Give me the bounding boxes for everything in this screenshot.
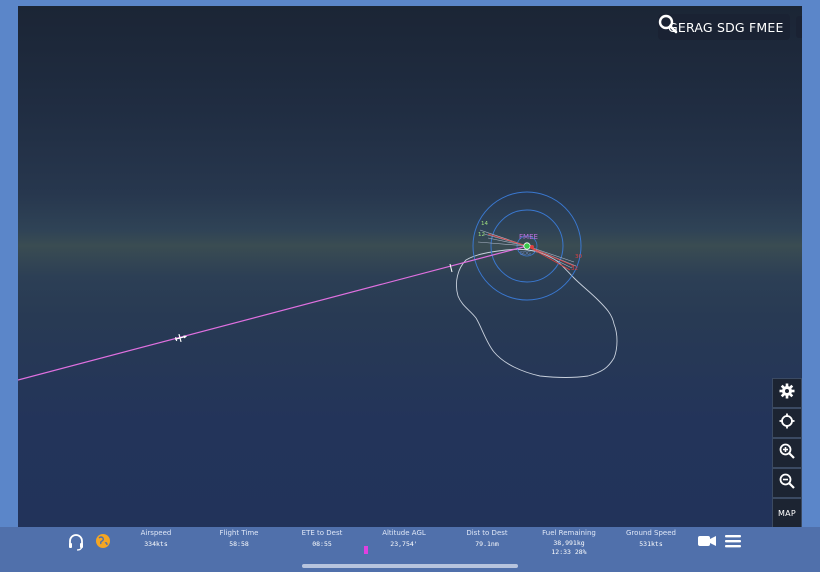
- stat-label: Altitude AGL: [382, 529, 426, 537]
- runway-label-14: 14: [481, 221, 488, 227]
- stat-value: 38,991kg: [553, 539, 585, 547]
- stat-label: Fuel Remaining: [542, 529, 596, 537]
- stat-fuel-remaining: Fuel Remaining 38,991kg 12:33 28%: [529, 528, 609, 557]
- globe-icon[interactable]: [95, 533, 111, 549]
- aircraft-icon: [175, 333, 188, 343]
- stat-label: Dist to Dest: [466, 529, 508, 537]
- stat-value: 58:58: [229, 540, 249, 548]
- stat-value: 334kts: [144, 540, 168, 548]
- stat-value: 08:55: [312, 540, 332, 548]
- stat-value: 79.1nm: [475, 540, 499, 548]
- settings-button[interactable]: [772, 378, 802, 408]
- camera-icon[interactable]: [697, 533, 717, 549]
- stat-ground-speed: Ground Speed 531kts: [611, 528, 691, 549]
- close-icon[interactable]: ✖: [796, 16, 802, 38]
- stat-label: Ground Speed: [626, 529, 676, 537]
- vor-label: SDG: [520, 251, 531, 257]
- center-button[interactable]: [772, 408, 802, 438]
- stat-value: 531kts: [639, 540, 663, 548]
- stat-ete: ETE to Dest 08:55: [282, 528, 362, 549]
- headset-icon[interactable]: [67, 533, 85, 551]
- zoom-out-icon: [779, 473, 795, 493]
- stat-dist-to-dest: Dist to Dest 79.1nm: [447, 528, 527, 549]
- route-search[interactable]: GERAG SDG FMEE: [658, 14, 790, 40]
- waypoint-tick: [449, 263, 453, 273]
- zoom-in-icon: [779, 443, 795, 463]
- runway-label-12: 12: [478, 232, 485, 238]
- route-string[interactable]: GERAG SDG FMEE: [668, 20, 784, 35]
- stat-airspeed: Airspeed 334kts: [116, 528, 196, 549]
- zoom-in-button[interactable]: [772, 438, 802, 468]
- stat-flight-time: Flight Time 58:58: [199, 528, 279, 549]
- runway-label-30: 30: [575, 254, 582, 260]
- runway-label-32: 32: [571, 266, 578, 272]
- map-canvas: FMEE SDG 14 12 30 32: [18, 191, 618, 381]
- gear-icon: [779, 383, 795, 403]
- map-button[interactable]: MAP: [772, 498, 802, 528]
- airport-symbol: [523, 242, 531, 250]
- crosshair-icon: [779, 413, 795, 433]
- stat-altitude-agl: Altitude AGL 23,754': [364, 528, 444, 549]
- stat-label: Airspeed: [140, 529, 172, 537]
- coastline: [455, 248, 618, 378]
- stat-value: 23,754': [390, 540, 418, 548]
- map-view[interactable]: FMEE SDG 14 12 30 32 GERAG SDG FMEE ✖: [18, 6, 802, 527]
- map-controls: MAP: [772, 378, 802, 528]
- menu-icon[interactable]: [724, 533, 742, 549]
- stat-label: ETE to Dest: [301, 529, 343, 537]
- stat-value-secondary: 12:33 28%: [551, 548, 587, 556]
- zoom-out-button[interactable]: [772, 468, 802, 498]
- airport-label: FMEE: [519, 233, 538, 241]
- home-indicator[interactable]: [302, 564, 518, 568]
- stat-label: Flight Time: [219, 529, 259, 537]
